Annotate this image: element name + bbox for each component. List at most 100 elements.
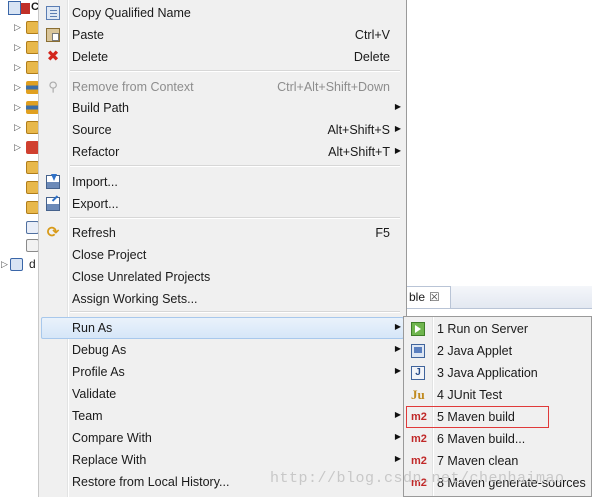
error-decorator-icon: [21, 3, 30, 14]
menu-item-paste[interactable]: Paste Ctrl+V: [41, 24, 404, 46]
watermark: http://blog.csdn.net/chenhaimao: [270, 470, 565, 487]
tree-node[interactable]: [0, 237, 40, 255]
menu-item-label: Refactor: [72, 145, 120, 159]
menu-item-shortcut: Alt+Shift+S: [327, 123, 390, 137]
submenu-item-maven-build[interactable]: m2 5 Maven build: [406, 406, 549, 428]
menu-separator: [70, 217, 400, 219]
menu-item-assign-working-sets[interactable]: Assign Working Sets...: [41, 288, 404, 310]
tree-node[interactable]: ▷: [0, 39, 40, 57]
export-icon: [46, 197, 60, 211]
menu-item-close-unrelated-projects[interactable]: Close Unrelated Projects: [41, 266, 404, 288]
menu-item-validate[interactable]: Validate: [41, 383, 404, 405]
project-explorer-tree: C ▷ ▷ ▷ ▷ ▷ ▷ ▷ ▷ d: [0, 0, 40, 497]
submenu-item-junit-test[interactable]: Ju 4 JUnit Test: [406, 384, 592, 406]
menu-item-label: Remove from Context: [72, 80, 194, 94]
expand-arrow-icon[interactable]: ▷: [14, 122, 21, 133]
tree-node[interactable]: ▷: [0, 119, 40, 137]
view-tab-label: ble: [409, 290, 426, 304]
menu-item-close-project[interactable]: Close Project: [41, 244, 404, 266]
view-tab[interactable]: ble ☒: [407, 286, 451, 308]
menu-item-team[interactable]: Team ▶: [41, 405, 404, 427]
menu-item-compare-with[interactable]: Compare With ▶: [41, 427, 404, 449]
menu-item-delete[interactable]: ✖ Delete Delete: [41, 46, 404, 68]
submenu-arrow-icon: ▶: [394, 410, 401, 419]
expand-arrow-icon[interactable]: ▷: [14, 22, 21, 33]
maven-icon: m2: [411, 411, 427, 423]
submenu-item-maven-build-dialog[interactable]: m2 6 Maven build...: [406, 428, 592, 450]
context-menu: Copy Qualified Name Paste Ctrl+V ✖ Delet…: [38, 0, 407, 497]
menu-item-label: Validate: [72, 387, 117, 401]
junit-icon: Ju: [411, 387, 425, 402]
menu-item-shortcut: F5: [375, 226, 390, 240]
submenu-item-java-application[interactable]: J 3 Java Application: [406, 362, 592, 384]
submenu-item-label: 5 Maven build: [437, 410, 515, 424]
import-icon: [46, 174, 60, 189]
menu-separator: [70, 70, 400, 72]
tree-node[interactable]: ▷: [0, 79, 40, 97]
submenu-item-label: 7 Maven clean: [437, 454, 519, 468]
menu-separator: [70, 311, 400, 313]
submenu-item-label: 4 JUnit Test: [437, 388, 503, 402]
menu-item-source[interactable]: Source Alt+Shift+S ▶: [41, 119, 404, 141]
menu-item-label: Replace With: [72, 453, 147, 467]
remove-context-icon: ⚲: [48, 79, 58, 94]
menu-item-replace-with[interactable]: Replace With ▶: [41, 449, 404, 471]
menu-item-refresh[interactable]: ⟳ Refresh F5: [41, 222, 404, 244]
menu-item-label: Close Project: [72, 248, 147, 262]
submenu-arrow-icon: ▶: [394, 344, 401, 353]
expand-arrow-icon[interactable]: ▷: [14, 42, 21, 53]
submenu-item-label: 2 Java Applet: [437, 344, 513, 358]
tree-node[interactable]: [0, 179, 40, 197]
submenu-item-maven-clean[interactable]: m2 7 Maven clean: [406, 450, 592, 472]
expand-arrow-icon[interactable]: ▷: [14, 102, 21, 113]
tree-node[interactable]: ▷: [0, 139, 40, 157]
java-project-icon: [10, 258, 23, 271]
menu-item-remove-from-context[interactable]: ⚲ Remove from Context Ctrl+Alt+Shift+Dow…: [41, 76, 404, 98]
expand-arrow-icon[interactable]: ▷: [14, 82, 21, 93]
tree-node[interactable]: ▷: [0, 99, 40, 117]
menu-item-label: Source: [72, 123, 112, 137]
menu-item-label: Assign Working Sets...: [72, 292, 198, 306]
expand-arrow-icon[interactable]: ▷: [1, 259, 8, 270]
expand-arrow-icon[interactable]: ▷: [14, 142, 21, 153]
menu-item-profile-as[interactable]: Profile As ▶: [41, 361, 404, 383]
menu-item-build-path[interactable]: Build Path ▶: [41, 97, 404, 119]
submenu-item-label: 1 Run on Server: [437, 322, 529, 336]
menu-item-export[interactable]: Export...: [41, 193, 404, 215]
paste-icon: [46, 28, 60, 42]
menu-item-label: Team: [72, 409, 103, 423]
tree-node[interactable]: [0, 219, 40, 237]
menu-item-shortcut: Delete: [353, 50, 390, 64]
menu-item-label: Copy Qualified Name: [72, 6, 191, 20]
submenu-item-java-applet[interactable]: 2 Java Applet: [406, 340, 592, 362]
submenu-arrow-icon: ▶: [394, 432, 401, 441]
menu-item-label: Restore from Local History...: [72, 475, 230, 489]
submenu-item-run-on-server[interactable]: 1 Run on Server: [406, 318, 592, 340]
menu-item-run-as[interactable]: Run As ▶: [41, 317, 404, 339]
menu-item-debug-as[interactable]: Debug As ▶: [41, 339, 404, 361]
menu-item-label: Close Unrelated Projects: [72, 270, 211, 284]
submenu-item-label: 3 Java Application: [437, 366, 538, 380]
menu-item-import[interactable]: Import...: [41, 171, 404, 193]
tree-root-row[interactable]: C: [0, 0, 40, 17]
expand-arrow-icon[interactable]: ▷: [14, 62, 21, 73]
tree-node[interactable]: ▷: [0, 19, 40, 37]
submenu-arrow-icon: ▶: [394, 146, 401, 155]
java-applet-icon: [411, 344, 425, 358]
tree-node[interactable]: [0, 199, 40, 217]
menu-item-label: Build Path: [72, 101, 129, 115]
tree-node[interactable]: ▷: [0, 59, 40, 77]
submenu-item-label: 6 Maven build...: [437, 432, 526, 446]
maven-icon: m2: [411, 433, 427, 445]
menu-item-refactor[interactable]: Refactor Alt+Shift+T ▶: [41, 141, 404, 163]
menu-item-label: Profile As: [72, 365, 125, 379]
submenu-arrow-icon: ▶: [394, 322, 401, 331]
submenu-arrow-icon: ▶: [394, 366, 401, 375]
tree-node[interactable]: [0, 159, 40, 177]
tree-project-row[interactable]: ▷ d: [0, 256, 40, 274]
menu-item-label: Refresh: [72, 226, 116, 240]
close-icon[interactable]: ☒: [429, 290, 440, 304]
menu-item-copy-qualified-name[interactable]: Copy Qualified Name: [41, 2, 404, 24]
menu-item-label: Paste: [72, 28, 104, 42]
view-tab-bar: ble ☒: [407, 286, 592, 309]
